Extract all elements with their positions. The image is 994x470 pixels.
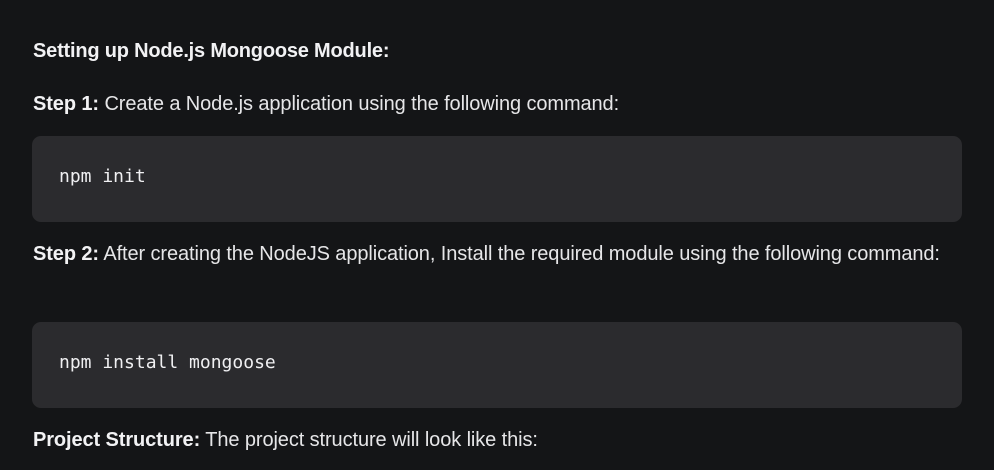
step-2-label: Step 2:: [33, 243, 99, 265]
article-content: Setting up Node.js Mongoose Module: Step…: [0, 0, 994, 470]
code-npm-install-mongoose[interactable]: npm install mongoose: [59, 352, 276, 373]
step-1-label: Step 1:: [33, 93, 99, 115]
code-npm-init[interactable]: npm init: [59, 166, 146, 187]
step-2-paragraph: Step 2: After creating the NodeJS applic…: [33, 236, 963, 273]
code-block-npm-init[interactable]: npm init: [32, 136, 962, 222]
step-1-text: Create a Node.js application using the f…: [98, 93, 620, 115]
project-structure-label: Project Structure:: [33, 429, 201, 451]
section-heading: Setting up Node.js Mongoose Module:: [33, 40, 390, 62]
project-structure-text: The project structure will look like thi…: [200, 429, 538, 451]
project-structure-paragraph: Project Structure: The project structure…: [33, 422, 963, 459]
step-1-paragraph: Step 1: Create a Node.js application usi…: [33, 86, 963, 123]
code-block-npm-install[interactable]: npm install mongoose: [32, 322, 962, 408]
step-2-text: After creating the NodeJS application, I…: [98, 243, 940, 265]
